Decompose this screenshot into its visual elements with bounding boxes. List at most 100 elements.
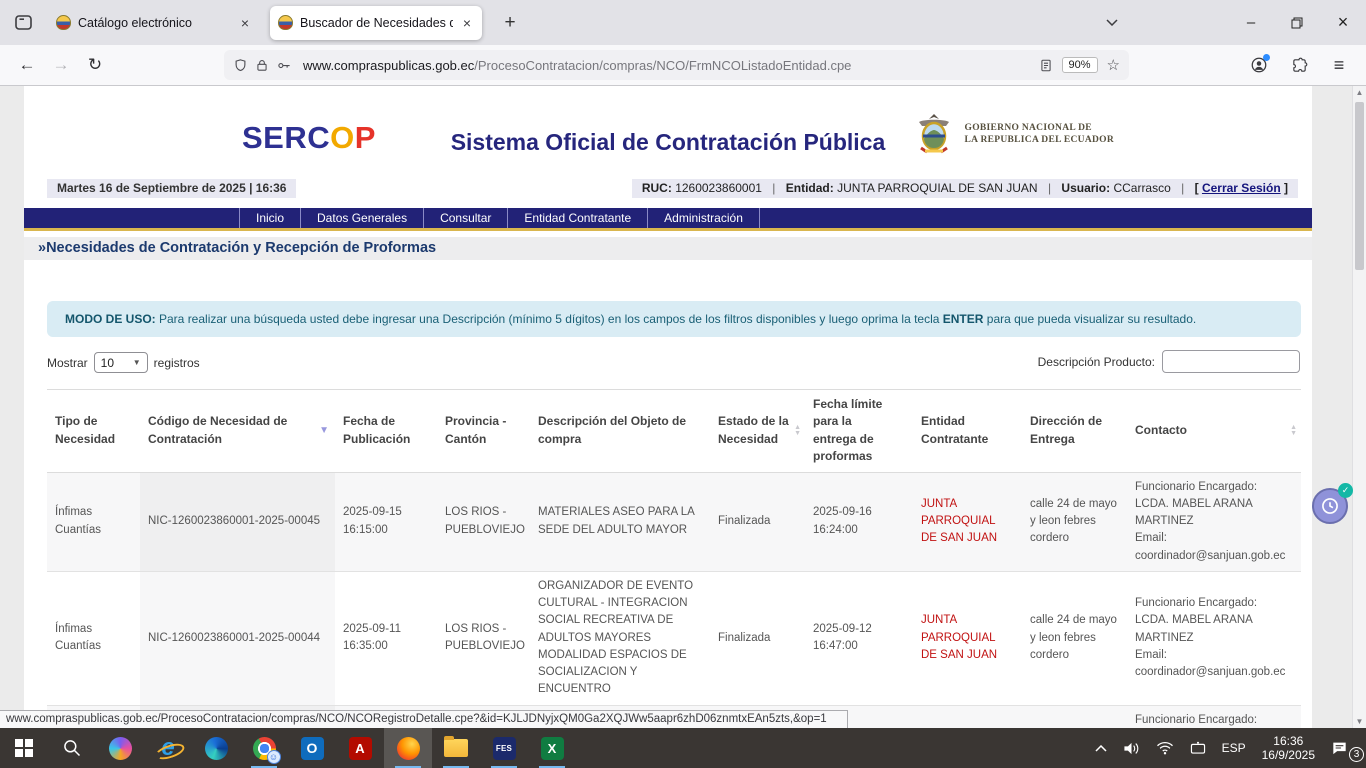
taskbar-time: 16:36: [1273, 734, 1303, 748]
cell-fecha_limite: 2025-09-16 16:24:00: [805, 472, 913, 571]
tab-close-icon[interactable]: ×: [238, 15, 252, 31]
column-header[interactable]: Estado de la Necesidad▲ ▼: [710, 390, 805, 473]
tab-close-icon[interactable]: ×: [460, 15, 474, 31]
forward-button[interactable]: →: [44, 49, 78, 81]
language-indicator[interactable]: ESP: [1214, 728, 1254, 768]
url-bar[interactable]: www.compraspublicas.gob.ec/ProcesoContra…: [224, 50, 1129, 80]
back-button[interactable]: ←: [10, 49, 44, 81]
nav-item-inicio[interactable]: Inicio: [239, 208, 301, 228]
sort-toggle-icon: ▲ ▼: [794, 425, 801, 437]
taskbar-internet-explorer-button[interactable]: e: [144, 728, 192, 768]
close-button[interactable]: ×: [1320, 0, 1366, 45]
tab-buscador-active[interactable]: Buscador de Necesidades de Co ×: [270, 6, 482, 40]
floating-extension-widget[interactable]: ✓: [1312, 488, 1350, 526]
shield-icon[interactable]: [233, 58, 248, 73]
key-icon[interactable]: [276, 58, 292, 73]
taskbar-firefox-button[interactable]: [384, 728, 432, 768]
page-title: »Necesidades de Contratación y Recepción…: [24, 237, 1312, 260]
nav-item-datos-generales[interactable]: Datos Generales: [301, 208, 424, 228]
column-header[interactable]: Entidad Contratante: [913, 390, 1022, 473]
taskbar-copilot-button[interactable]: [96, 728, 144, 768]
extensions-button[interactable]: [1282, 49, 1316, 81]
scroll-up-icon[interactable]: ▲: [1353, 88, 1366, 97]
column-header[interactable]: Contacto▲ ▼: [1127, 390, 1301, 473]
start-button[interactable]: [0, 728, 48, 768]
cell-codigo: NIC-1260023860001-2025-00044: [140, 571, 335, 705]
taskbar-search-button[interactable]: [48, 728, 96, 768]
nav-item-administración[interactable]: Administración: [648, 208, 760, 228]
cell-provincia_canton: LOS RIOS - PUEBLOVIEJO: [437, 571, 530, 705]
vertical-scrollbar[interactable]: ▲ ▼: [1352, 86, 1366, 728]
taskbar-acrobat-button[interactable]: A: [336, 728, 384, 768]
column-header-label: Provincia - Cantón: [445, 414, 506, 445]
entidad-link[interactable]: JUNTA PARROQUIAL DE SAN JUAN: [921, 498, 997, 545]
account-button[interactable]: [1242, 49, 1276, 81]
table-row[interactable]: Ínfimas CuantíasNIC-1260023860001-2025-0…: [47, 472, 1301, 571]
table-row[interactable]: Ínfimas CuantíasNIC-1260023860001-2025-0…: [47, 571, 1301, 705]
outlook-icon: O: [301, 737, 324, 760]
show-records-select[interactable]: 10 ▼: [94, 352, 148, 373]
taskbar-clock[interactable]: 16:36 16/9/2025: [1254, 728, 1323, 768]
taskbar-fes-button[interactable]: FES: [480, 728, 528, 768]
cell-direccion: calle 24 de mayo y leon febres cordero: [1022, 571, 1127, 705]
nav-item-consultar[interactable]: Consultar: [424, 208, 508, 228]
taskbar-file-explorer-button[interactable]: [432, 728, 480, 768]
column-header[interactable]: Fecha de Publicación: [335, 390, 437, 473]
lock-icon[interactable]: [255, 58, 269, 73]
zoom-level-indicator[interactable]: 90%: [1062, 57, 1098, 73]
datetime-bar: Martes 16 de Septiembre de 2025 | 16:36: [47, 179, 296, 198]
column-header[interactable]: Provincia - Cantón: [437, 390, 530, 473]
logout-link[interactable]: Cerrar Sesión: [1202, 181, 1281, 195]
firefox-view-icon: [15, 15, 32, 30]
tab-list-chevron-icon[interactable]: [1096, 19, 1128, 26]
entidad-link[interactable]: JUNTA PARROQUIAL DE SAN JUAN: [921, 614, 997, 661]
ruc-label: RUC:: [642, 181, 672, 195]
column-header[interactable]: Descripción del Objeto de compra: [530, 390, 710, 473]
wifi-icon[interactable]: [1148, 728, 1182, 768]
reader-view-icon[interactable]: [1039, 58, 1053, 73]
column-header[interactable]: Tipo de Necesidad: [47, 390, 140, 473]
cell-entidad: JUNTA PARROQUIAL DE SAN JUAN: [913, 705, 1022, 728]
notification-center-button[interactable]: 3: [1323, 728, 1366, 768]
copilot-icon: [109, 737, 132, 760]
new-tab-button[interactable]: +: [496, 12, 524, 34]
usage-note: MODO DE USO: Para realizar una búsqueda …: [47, 301, 1301, 337]
government-logo: GOBIERNO NACIONAL DE LA REPUBLICA DEL EC…: [911, 112, 1114, 156]
column-header[interactable]: Fecha límite para la entrega de proforma…: [805, 390, 913, 473]
ecuador-coat-favicon: [278, 15, 293, 30]
volume-icon[interactable]: [1115, 728, 1148, 768]
sort-desc-icon: ▼: [319, 424, 329, 439]
connect-display-icon[interactable]: [1182, 728, 1214, 768]
taskbar-chrome-button[interactable]: ☺: [240, 728, 288, 768]
cell-provincia_canton: LOS RIOS - PUEBLOVIEJO: [437, 472, 530, 571]
taskbar-excel-button[interactable]: X: [528, 728, 576, 768]
taskbar-outlook-button[interactable]: O: [288, 728, 336, 768]
browser-viewport: SERCOP Sistema Oficial de Contratación P…: [0, 86, 1366, 728]
scroll-down-icon[interactable]: ▼: [1353, 717, 1366, 726]
taskbar-date: 16/9/2025: [1262, 748, 1315, 762]
browser-toolbar: ← → ↻ www.compraspublicas.gob.ec/Proceso…: [0, 45, 1366, 86]
description-filter-input[interactable]: [1162, 350, 1300, 373]
gold-divider: [24, 228, 1312, 231]
menu-button[interactable]: ≡: [1322, 49, 1356, 81]
restore-icon: [1291, 17, 1303, 29]
main-nav-list: InicioDatos GeneralesConsultarEntidad Co…: [239, 208, 1312, 228]
firefox-view-button[interactable]: [8, 8, 38, 38]
taskbar-edge-button[interactable]: [192, 728, 240, 768]
tray-chevron-up-icon[interactable]: [1087, 728, 1115, 768]
sync-notification-dot: [1263, 54, 1270, 61]
column-header-label: Descripción del Objeto de compra: [538, 414, 686, 445]
tab-catalogo[interactable]: Catálogo electrónico ×: [48, 6, 260, 40]
cell-descripcion: ORGANIZADOR DE EVENTO CULTURAL - INTEGRA…: [530, 571, 710, 705]
site-title: Sistema Oficial de Contratación Pública: [24, 129, 1312, 156]
scrollbar-thumb[interactable]: [1355, 102, 1364, 270]
edge-icon: [205, 737, 228, 760]
nav-item-entidad-contratante[interactable]: Entidad Contratante: [508, 208, 648, 228]
column-header[interactable]: Dirección de Entrega: [1022, 390, 1127, 473]
column-header-label: Dirección de Entrega: [1030, 414, 1102, 445]
minimize-button[interactable]: –: [1228, 0, 1274, 45]
restore-button[interactable]: [1274, 0, 1320, 45]
reload-button[interactable]: ↻: [78, 49, 112, 81]
column-header[interactable]: Código de Necesidad de Contratación▼: [140, 390, 335, 473]
bookmark-star-icon[interactable]: ☆: [1107, 56, 1120, 74]
